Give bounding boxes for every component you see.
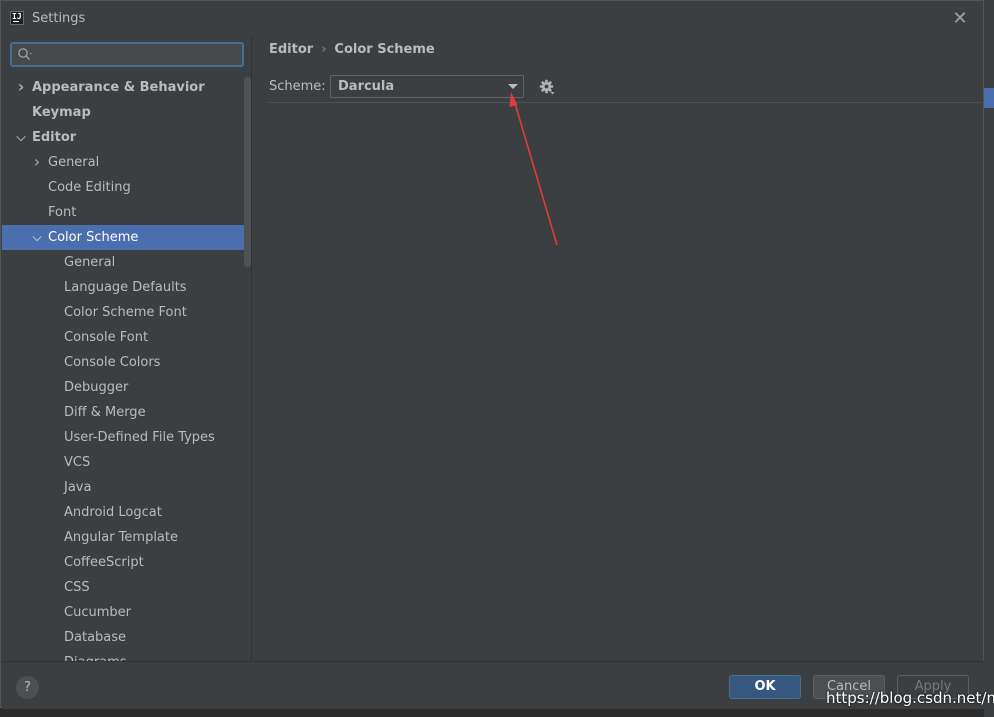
sidebar-item-android-logcat[interactable]: Android Logcat [2,500,251,525]
chevron-right-icon[interactable]: › [30,150,44,175]
sidebar-item-keymap[interactable]: Keymap [2,100,251,125]
sidebar-item-label: Font [48,205,77,220]
ok-button[interactable]: OK [729,675,801,699]
sidebar-item-label: General [48,155,100,170]
sidebar-item-appearance-behavior[interactable]: › Appearance & Behavior [2,75,251,100]
sidebar-item-label: Debugger [64,380,129,395]
sidebar-scrollbar[interactable] [244,77,251,267]
sidebar-item-database[interactable]: Database [2,625,251,650]
app-icon: IJ [10,11,24,25]
settings-sidebar: › Appearance & Behavior Keymap ⌵ Editor › Gene… [2,37,251,661]
sidebar-item-css[interactable]: CSS [2,575,251,600]
sidebar-item-diagrams[interactable]: Diagrams [2,650,251,661]
chevron-down-icon[interactable]: ⌵ [14,125,28,150]
sidebar-item-general[interactable]: › General [2,150,251,175]
sidebar-item-label: Code Editing [48,180,131,195]
sidebar-item-console-colors[interactable]: Console Colors [2,350,251,375]
sidebar-item-label: Diagrams [64,650,127,661]
settings-tree: › Appearance & Behavior Keymap ⌵ Editor › Gene… [2,75,251,661]
sidebar-item-label: Color Scheme Font [64,305,187,320]
sidebar-item-font[interactable]: Font [2,200,251,225]
sidebar-item-cucumber[interactable]: Cucumber [2,600,251,625]
sidebar-item-vcs[interactable]: VCS [2,450,251,475]
chevron-right-icon[interactable]: › [14,75,28,100]
background-ide-tab [984,88,994,108]
annotation-arrow [509,92,558,246]
settings-content: Editor › Color Scheme Scheme: Darcula [252,37,982,661]
sidebar-item-angular-template[interactable]: Angular Template [2,525,251,550]
sidebar-item-console-font[interactable]: Console Font [2,325,251,350]
sidebar-item-code-editing[interactable]: Code Editing [2,175,251,200]
sidebar-item-label: Android Logcat [64,505,162,520]
sidebar-item-label: Editor [32,130,77,145]
search-input[interactable] [40,45,244,66]
sidebar-item-label: Java [64,480,92,495]
sidebar-item-label: CoffeeScript [64,555,144,570]
sidebar-item-label: Diff & Merge [64,405,146,420]
sidebar-item-label: Keymap [32,105,91,120]
sidebar-item-general[interactable]: General [2,250,251,275]
sidebar-item-label: Appearance & Behavior [32,80,205,95]
sidebar-item-color-scheme[interactable]: ⌵ Color Scheme [2,225,251,250]
settings-dialog: IJ Settings ✕ › Appearance & Behavior Keym… [0,0,984,709]
sidebar-item-label: Color Scheme [48,230,139,245]
sidebar-item-label: Database [64,630,127,645]
close-icon[interactable]: ✕ [949,8,971,30]
sidebar-item-user-defined-file-types[interactable]: User-Defined File Types [2,425,251,450]
watermark: https://blog.csdn.net/m [826,689,994,707]
help-icon[interactable]: ? [16,676,39,699]
title-bar: IJ Settings ✕ [1,1,983,37]
sidebar-item-language-defaults[interactable]: Language Defaults [2,275,251,300]
sidebar-item-label: General [64,255,116,270]
search-box[interactable] [10,42,244,67]
sidebar-item-label: Cucumber [64,605,131,620]
window-title: Settings [32,11,86,26]
sidebar-item-java[interactable]: Java [2,475,251,500]
sidebar-item-label: User-Defined File Types [64,430,215,445]
sidebar-item-label: Angular Template [64,530,178,545]
sidebar-item-label: Console Colors [64,355,161,370]
sidebar-item-label: CSS [64,580,90,595]
chevron-down-icon[interactable]: ⌵ [30,225,44,250]
sidebar-item-label: Console Font [64,330,149,345]
sidebar-item-diff-merge[interactable]: Diff & Merge [2,400,251,425]
sidebar-item-editor[interactable]: ⌵ Editor [2,125,251,150]
sidebar-item-label: VCS [64,455,91,470]
sidebar-item-label: Language Defaults [64,280,187,295]
sidebar-item-debugger[interactable]: Debugger [2,375,251,400]
search-icon [18,48,32,61]
sidebar-item-coffeescript[interactable]: CoffeeScript [2,550,251,575]
sidebar-item-color-scheme-font[interactable]: Color Scheme Font [2,300,251,325]
